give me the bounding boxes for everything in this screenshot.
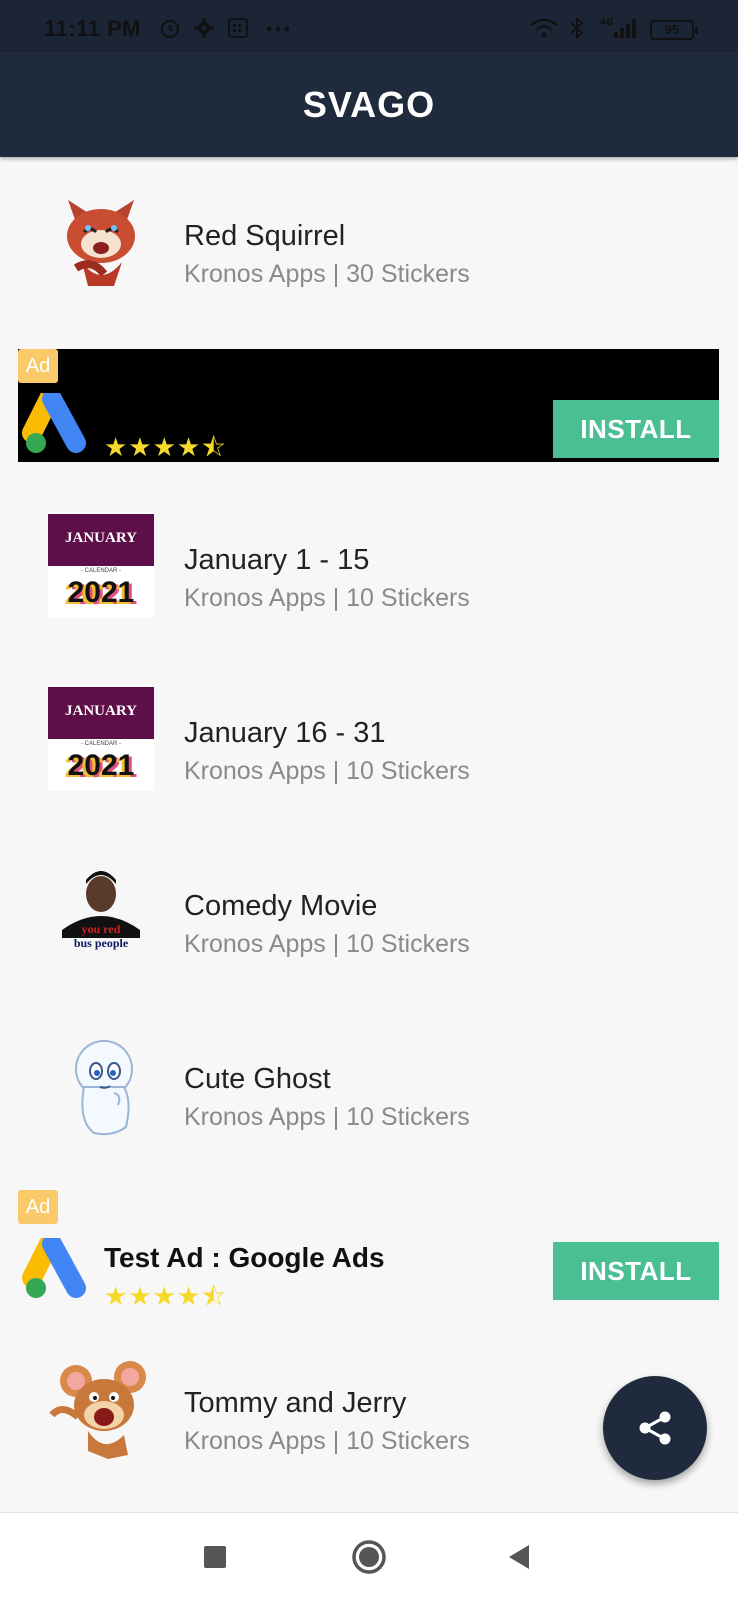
- alarm-icon: [158, 16, 182, 46]
- pack-subtitle: Kronos Apps | 10 Stickers: [184, 584, 470, 612]
- recents-square-icon[interactable]: [195, 1537, 235, 1577]
- pack-title: Red Squirrel: [184, 220, 346, 252]
- google-ads-logo-icon: [22, 387, 94, 462]
- native-ad[interactable]: Ad Test Ad : Google Ads ★★★★⯪ INSTALL: [18, 1190, 719, 1311]
- sticker-pack-cute-ghost[interactable]: Cute Ghost Kronos Apps | 10 Stickers: [0, 1011, 738, 1161]
- back-triangle-icon[interactable]: [500, 1537, 540, 1577]
- pack-subtitle: Kronos Apps | 10 Stickers: [184, 930, 470, 958]
- comedy-man-sticker-icon: you red bus people: [48, 858, 154, 964]
- wifi-icon: [528, 16, 560, 46]
- share-icon: [636, 1409, 674, 1452]
- sticker-pack-comedy-movie[interactable]: you red bus people Comedy Movie Kronos A…: [0, 838, 738, 988]
- mouse-sticker-icon: [48, 1355, 154, 1461]
- home-circle-icon[interactable]: [349, 1537, 389, 1577]
- pack-subtitle: Kronos Apps | 10 Stickers: [184, 757, 470, 785]
- rating-stars: ★★★★⯪: [104, 432, 227, 462]
- install-button[interactable]: INSTALL: [553, 400, 719, 458]
- app-bar: SVAGO: [0, 52, 738, 157]
- january-calendar-icon: JANUARY - CALENDAR - 2021: [48, 512, 154, 618]
- pack-title: January 1 - 15: [184, 544, 370, 576]
- pack-title: Cute Ghost: [184, 1063, 331, 1095]
- system-nav-bar: [0, 1512, 738, 1600]
- app-title: SVAGO: [302, 84, 436, 125]
- pack-subtitle: Kronos Apps | 30 Stickers: [184, 260, 470, 288]
- pack-subtitle: Kronos Apps | 10 Stickers: [184, 1103, 470, 1131]
- settings-icon: [192, 16, 216, 46]
- status-bar: 11:11 PM 4G 95: [0, 0, 738, 52]
- rating-stars: ★★★★⯪: [104, 1281, 227, 1311]
- sticker-pack-january-16-31[interactable]: JANUARY - CALENDAR - 2021 January 16 - 3…: [0, 665, 738, 815]
- calendar-icon: [226, 16, 250, 46]
- more-dots-icon: [264, 16, 294, 46]
- pack-title: Comedy Movie: [184, 890, 378, 922]
- battery-icon: 95: [650, 20, 698, 40]
- red-panda-sticker-icon: [48, 188, 154, 294]
- ghost-sticker-icon: [48, 1031, 154, 1137]
- banner-ad[interactable]: Ad ★★★★⯪ INSTALL: [18, 349, 719, 462]
- signal-4g-icon: 4G: [598, 16, 640, 46]
- pack-subtitle: Kronos Apps | 10 Stickers: [184, 1427, 470, 1455]
- january-calendar-icon: JANUARY - CALENDAR - 2021: [48, 685, 154, 791]
- sticker-pack-january-1-15[interactable]: JANUARY - CALENDAR - 2021 January 1 - 15…: [0, 492, 738, 642]
- sticker-pack-red-squirrel[interactable]: Red Squirrel Kronos Apps | 30 Stickers: [0, 168, 738, 318]
- bluetooth-icon: [568, 16, 586, 46]
- google-ads-logo-icon: [22, 1232, 94, 1307]
- share-button[interactable]: [603, 1376, 707, 1480]
- ad-badge: Ad: [18, 349, 58, 383]
- ad-badge: Ad: [18, 1190, 58, 1224]
- ad-title: Test Ad : Google Ads: [104, 1242, 385, 1273]
- pack-title: Tommy and Jerry: [184, 1387, 407, 1419]
- pack-title: January 16 - 31: [184, 717, 386, 749]
- status-time: 11:11 PM: [44, 16, 141, 41]
- install-button[interactable]: INSTALL: [553, 1242, 719, 1300]
- svg-text:4G: 4G: [600, 18, 614, 28]
